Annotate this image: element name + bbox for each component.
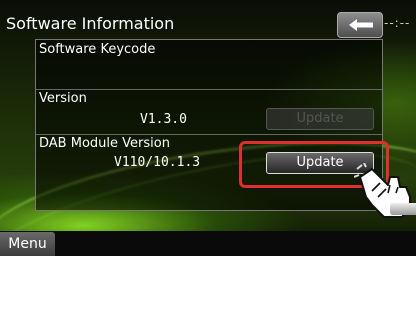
clock: --:-- xyxy=(384,16,411,30)
row-software-keycode: Software Keycode xyxy=(36,40,382,90)
back-button[interactable] xyxy=(337,12,383,38)
title-bar: Software Information --:-- xyxy=(0,10,416,38)
row-label: DAB Module Version xyxy=(39,136,170,151)
bottom-bar xyxy=(0,231,416,256)
menu-button[interactable]: Menu xyxy=(0,232,55,256)
row-label: Software Keycode xyxy=(39,42,156,57)
page-title: Software Information xyxy=(6,14,175,33)
version-value: V1.3.0 xyxy=(140,112,187,127)
back-arrow-icon xyxy=(349,19,373,31)
dab-version-value: V110/10.1.3 xyxy=(114,155,201,170)
row-label: Version xyxy=(39,91,87,106)
side-handle[interactable] xyxy=(390,203,416,215)
version-update-button[interactable]: Update xyxy=(266,108,374,130)
row-version: Version V1.3.0 Update xyxy=(36,90,382,135)
